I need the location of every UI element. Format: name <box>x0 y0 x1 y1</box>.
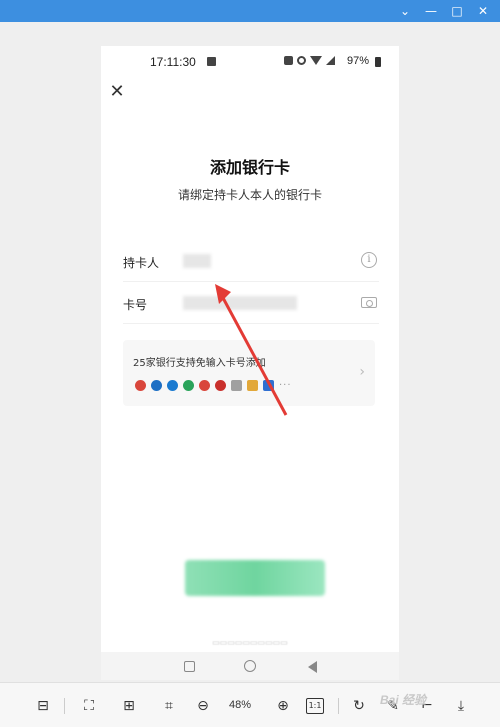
recents-icon[interactable] <box>184 661 195 672</box>
viewer-toolbar: ⊟ ⛶ ⊞ ⌗ ⊖ 48% ⊕ 1:1 ↻ ✎ ⌐ ⤓ Bai 经验 <box>0 682 500 727</box>
actual-size-icon[interactable]: 1:1 <box>306 698 324 714</box>
chevron-down-icon[interactable]: ⌄ <box>398 3 412 19</box>
layout-icon[interactable]: ⊟ <box>34 698 52 714</box>
download-icon[interactable]: ⤓ <box>452 698 470 714</box>
back-icon[interactable] <box>308 661 317 673</box>
zoom-level: 48% <box>229 699 252 711</box>
arrow-shaft <box>220 295 288 416</box>
watermark-logo: Bai 经验 <box>380 693 427 707</box>
fullscreen-icon[interactable]: ⛶ <box>80 698 98 714</box>
close-window-icon[interactable]: ✕ <box>476 3 490 19</box>
maximize-icon[interactable]: □ <box>450 3 464 19</box>
zoom-in-icon[interactable]: ⊕ <box>274 698 292 714</box>
annotation-arrow <box>215 284 288 416</box>
window-controls: ⌄ — □ ✕ <box>398 3 490 19</box>
fit-window-icon[interactable]: ⌗ <box>160 698 178 714</box>
ocr-icon[interactable]: ⊞ <box>120 698 138 714</box>
window-titlebar: ⌄ — □ ✕ <box>0 0 500 22</box>
rotate-icon[interactable]: ↻ <box>350 698 368 714</box>
android-nav-bar <box>101 652 399 680</box>
toolbar-divider <box>338 698 339 714</box>
toolbar-divider <box>64 698 65 714</box>
zoom-out-icon[interactable]: ⊖ <box>194 698 212 714</box>
minimize-icon[interactable]: — <box>424 3 438 19</box>
home-icon[interactable] <box>244 660 256 672</box>
image-viewer: 17:11:30 97% ✕ 添加银行卡 请绑定持卡人本人的银行卡 持卡人 i … <box>0 22 500 682</box>
